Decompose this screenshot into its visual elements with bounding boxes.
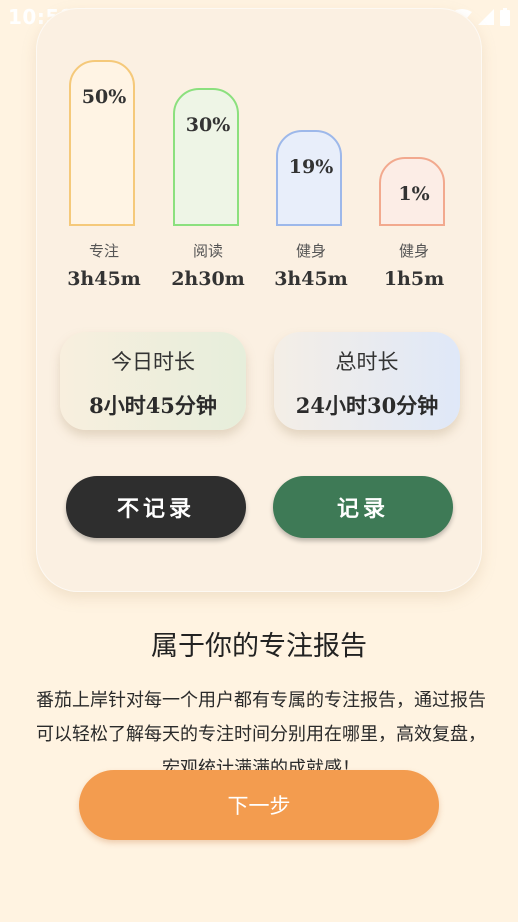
record-button[interactable]: 记录 bbox=[273, 476, 453, 538]
signal-icon bbox=[478, 9, 494, 25]
today-duration-label: 今日时长 bbox=[111, 350, 195, 374]
bar-percentage-label: 1% bbox=[398, 183, 430, 205]
bar-category-label: 专注 bbox=[88, 242, 119, 260]
bar-percentage-label: 30% bbox=[185, 114, 231, 136]
bar-category-label: 健身 bbox=[295, 242, 326, 260]
bar-duration-label: 2h30m bbox=[171, 268, 245, 290]
page-title: 属于你的专注报告 bbox=[151, 631, 367, 662]
bar-category-label: 健身 bbox=[398, 242, 429, 260]
today-duration-value: 8小时45分钟 bbox=[89, 393, 217, 418]
bar-category-label: 阅读 bbox=[192, 242, 223, 260]
total-duration-card: 总时长 24小时30分钟 bbox=[274, 332, 460, 430]
total-duration-value: 24小时30分钟 bbox=[295, 393, 439, 418]
bar-percentage-label: 50% bbox=[81, 86, 127, 108]
next-button[interactable]: 下一步 bbox=[79, 770, 439, 840]
bar-duration-label: 3h45m bbox=[67, 268, 141, 290]
chart-bar bbox=[69, 60, 135, 226]
battery-icon bbox=[500, 8, 510, 26]
bar-duration-label: 1h5m bbox=[383, 268, 445, 290]
bar-duration-label: 3h45m bbox=[274, 268, 348, 290]
chart-bar bbox=[276, 130, 342, 226]
description-text: 番茄上岸针对每一个用户都有专属的专注报告，通过报告可以轻松了解每天的专注时间分别… bbox=[36, 690, 486, 772]
chart-bar bbox=[173, 88, 239, 226]
today-duration-card: 今日时长 8小时45分钟 bbox=[60, 332, 246, 430]
report-card: 50% 专注 3h45m 30% 阅读 2h30m 19% 健身 3h45m 1% 健身 1h5m 今… bbox=[36, 8, 482, 592]
total-duration-label: 总时长 bbox=[335, 350, 399, 374]
bar-percentage-label: 19% bbox=[288, 156, 334, 178]
skip-record-button[interactable]: 不记录 bbox=[66, 476, 246, 538]
